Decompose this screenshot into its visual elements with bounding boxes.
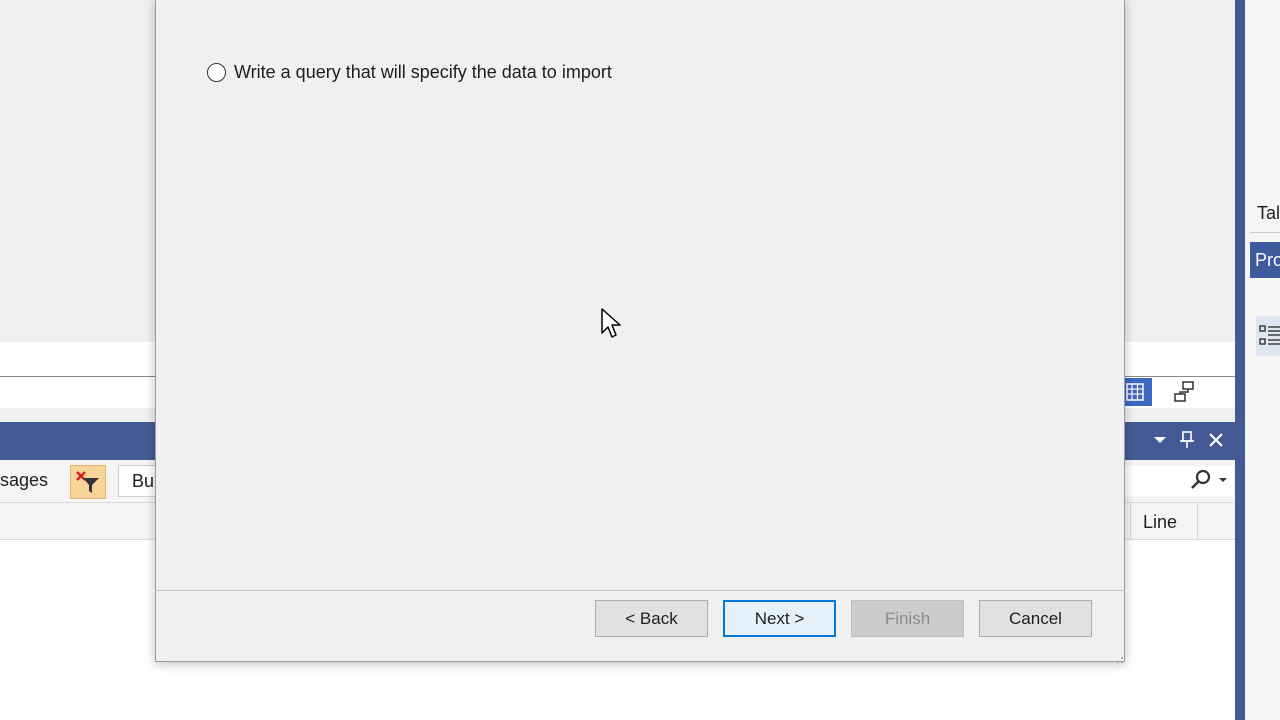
cancel-button[interactable]: Cancel <box>979 600 1092 637</box>
write-query-radio[interactable] <box>207 63 226 82</box>
properties-panel-tab[interactable]: Pro <box>1250 242 1280 278</box>
right-dock-tab[interactable]: Tal <box>1250 192 1280 233</box>
properties-tab-label: Pro <box>1255 250 1280 270</box>
resize-grip[interactable] <box>1112 648 1124 663</box>
finish-button: Finish <box>851 600 964 637</box>
clear-filter-icon <box>76 471 99 493</box>
mouse-cursor-icon <box>600 307 624 343</box>
close-icon <box>1209 433 1223 447</box>
next-button[interactable]: Next > <box>723 600 836 637</box>
close-panel-button[interactable] <box>1206 430 1226 450</box>
window-position-button[interactable] <box>1150 430 1170 450</box>
back-button[interactable]: < Back <box>595 600 708 637</box>
build-source-dropdown[interactable]: Bu <box>118 465 158 497</box>
diagram-view-button[interactable] <box>1168 378 1202 406</box>
right-dock-panel <box>1245 0 1280 720</box>
search-options-button[interactable] <box>1186 466 1230 494</box>
categorized-icon <box>1259 325 1280 345</box>
pin-icon <box>1180 431 1194 448</box>
import-wizard-dialog <box>155 0 1125 662</box>
window-edge <box>1235 0 1245 720</box>
write-query-label[interactable]: Write a query that will specify the data… <box>234 62 612 83</box>
right-dock-tab-label: Tal <box>1257 203 1280 223</box>
dialog-footer-divider <box>155 590 1125 591</box>
write-query-option[interactable]: Write a query that will specify the data… <box>207 62 612 83</box>
line-column-header[interactable]: Line <box>1130 503 1198 539</box>
line-column-label: Line <box>1143 512 1178 532</box>
pin-button[interactable] <box>1177 430 1197 450</box>
clear-filter-button[interactable] <box>70 465 106 499</box>
chevron-down-icon <box>1154 437 1166 443</box>
categorized-view-button[interactable] <box>1256 316 1280 356</box>
search-icon <box>1191 469 1227 489</box>
build-source-label: Bu <box>132 471 155 491</box>
messages-filter-button[interactable]: sages <box>0 470 48 491</box>
diagram-icon <box>1174 381 1194 402</box>
resize-grip-icon <box>1117 657 1123 663</box>
